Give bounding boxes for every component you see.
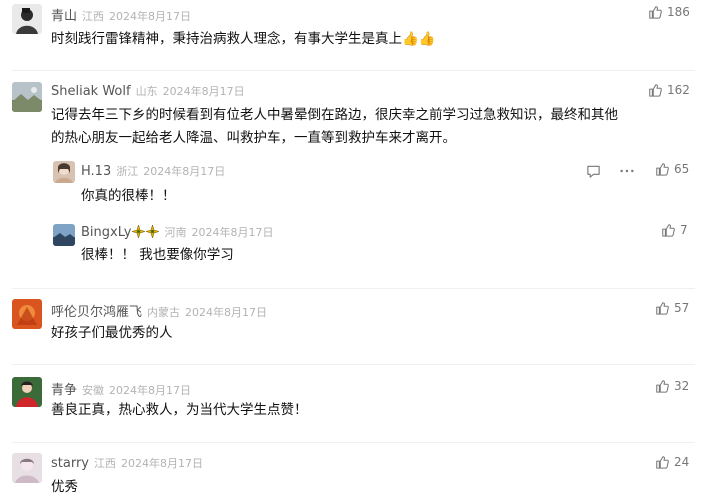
- user-avatar[interactable]: [12, 377, 42, 407]
- username[interactable]: 呼伦贝尔鸿雁飞: [51, 305, 142, 320]
- divider: [12, 70, 695, 71]
- like-count: 57: [674, 301, 690, 315]
- like-count: 65: [674, 162, 690, 176]
- thumbs-up-icon: [656, 456, 669, 469]
- like-count: 186: [667, 5, 690, 19]
- comment-text: 时刻践行雷锋精神，秉持治病救人理念，有事大学生是真上👍👍: [51, 31, 436, 47]
- comment-header: 青山 江西 2024年8月17日: [51, 5, 191, 24]
- like-button[interactable]: 24: [655, 455, 689, 469]
- comment-item: 呼伦贝尔鸿雁飞 内蒙古 2024年8月17日 好孩子们最优秀的人 57: [0, 296, 707, 360]
- comment-date: 2024年8月17日: [185, 306, 268, 319]
- thumbs-up-icon: [656, 163, 669, 176]
- like-count: 24: [674, 455, 690, 469]
- divider: [12, 364, 695, 365]
- reply-text: 很棒！！ 我也要像你学习: [81, 247, 234, 263]
- comment-item: starry 江西 2024年8月17日 优秀 24: [0, 452, 707, 500]
- comment-date: 2024年8月17日: [109, 384, 192, 397]
- like-button[interactable]: 57: [655, 301, 689, 315]
- comment-date: 2024年8月17日: [191, 226, 274, 239]
- divider: [12, 442, 695, 443]
- comment-item: Sheliak Wolf 山东 2024年8月17日 记得去年三下乡的时候看到有位老…: [0, 78, 707, 278]
- user-location: 安徽: [82, 384, 105, 397]
- comment-text: 优秀: [51, 479, 78, 495]
- user-avatar[interactable]: [53, 224, 75, 246]
- user-location: 江西: [94, 457, 116, 470]
- like-button[interactable]: 32: [655, 379, 689, 393]
- comment-text: 善良正真，热心救人，为当代大学生点赞！: [51, 402, 308, 418]
- user-location: 山东: [135, 85, 158, 98]
- user-avatar[interactable]: [12, 82, 42, 112]
- sparkle-badge-icon: [146, 225, 160, 238]
- more-icon: [620, 169, 634, 173]
- thumbs-up-icon: [656, 380, 669, 393]
- user-avatar[interactable]: [12, 299, 42, 329]
- user-location: 江西: [82, 10, 105, 23]
- like-button[interactable]: 162: [648, 83, 690, 97]
- comment-item: 青山 江西 2024年8月17日 时刻践行雷锋精神，秉持治病救人理念，有事大学生是真…: [0, 0, 707, 70]
- like-count: 7: [680, 223, 688, 237]
- username[interactable]: 青争: [51, 383, 77, 398]
- comment-header: Sheliak Wolf 山东 2024年8月17日: [51, 83, 245, 99]
- user-avatar[interactable]: [53, 161, 75, 183]
- username[interactable]: 青山: [51, 9, 77, 24]
- comment-header: 呼伦贝尔鸿雁飞 内蒙古 2024年8月17日: [51, 301, 267, 320]
- reply-text: 你真的很棒！！: [81, 188, 176, 204]
- comment-header: starry 江西 2024年8月17日: [51, 455, 203, 471]
- reply-header: BingxLy 河南 2024年8月17日: [81, 224, 273, 240]
- like-button[interactable]: 65: [655, 162, 689, 176]
- reply-header: H.13 浙江 2024年8月17日: [81, 163, 225, 179]
- comment-date: 2024年8月17日: [121, 457, 203, 470]
- sparkle-badge-icon: [132, 225, 146, 238]
- comment-date: 2024年8月17日: [162, 85, 245, 98]
- more-button[interactable]: [618, 163, 636, 179]
- avatar-soft-icon: [12, 453, 42, 483]
- user-location: 内蒙古: [147, 306, 181, 319]
- username[interactable]: starry: [51, 456, 89, 471]
- like-count: 162: [667, 83, 690, 97]
- thumbs-up-icon: [649, 84, 662, 97]
- username[interactable]: H.13: [81, 164, 111, 179]
- user-location: 河南: [164, 226, 187, 239]
- like-button[interactable]: 7: [661, 223, 688, 237]
- reply-button[interactable]: [585, 163, 601, 179]
- comment-date: 2024年8月17日: [109, 10, 192, 23]
- avatar-landscape-icon: [12, 82, 42, 112]
- comment-date: 2024年8月17日: [143, 165, 226, 178]
- user-location: 浙江: [116, 165, 139, 178]
- avatar-portrait-icon: [53, 161, 75, 183]
- user-avatar[interactable]: [12, 453, 42, 483]
- comment-header: 青争 安徽 2024年8月17日: [51, 379, 191, 398]
- like-button[interactable]: 186: [648, 5, 690, 19]
- username[interactable]: Sheliak Wolf: [51, 84, 131, 99]
- like-count: 32: [674, 379, 690, 393]
- avatar-red-icon: [12, 377, 42, 407]
- thumbs-up-icon: [649, 6, 662, 19]
- thumbs-up-icon: [656, 302, 669, 315]
- username[interactable]: BingxLy: [81, 225, 131, 240]
- user-avatar[interactable]: [12, 4, 42, 34]
- comment-text-line: 记得去年三下乡的时候看到有位老人中暑晕倒在路边，很庆幸之前学习过急救知识，最终和…: [51, 107, 618, 123]
- comment-text: 好孩子们最优秀的人: [51, 325, 173, 341]
- avatar-sky-icon: [53, 224, 75, 246]
- avatar-orange-icon: [12, 299, 42, 329]
- divider: [12, 288, 695, 289]
- avatar-portrait-bw-icon: [12, 4, 42, 34]
- comment-item: 青争 安徽 2024年8月17日 善良正真，热心救人，为当代大学生点赞！ 32: [0, 374, 707, 438]
- comment-text-line: 的热心朋友一起给老人降温、叫救护车，一直等到救护车来才离开。: [51, 130, 456, 146]
- reply-icon: [586, 165, 600, 178]
- thumbs-up-icon: [662, 224, 675, 237]
